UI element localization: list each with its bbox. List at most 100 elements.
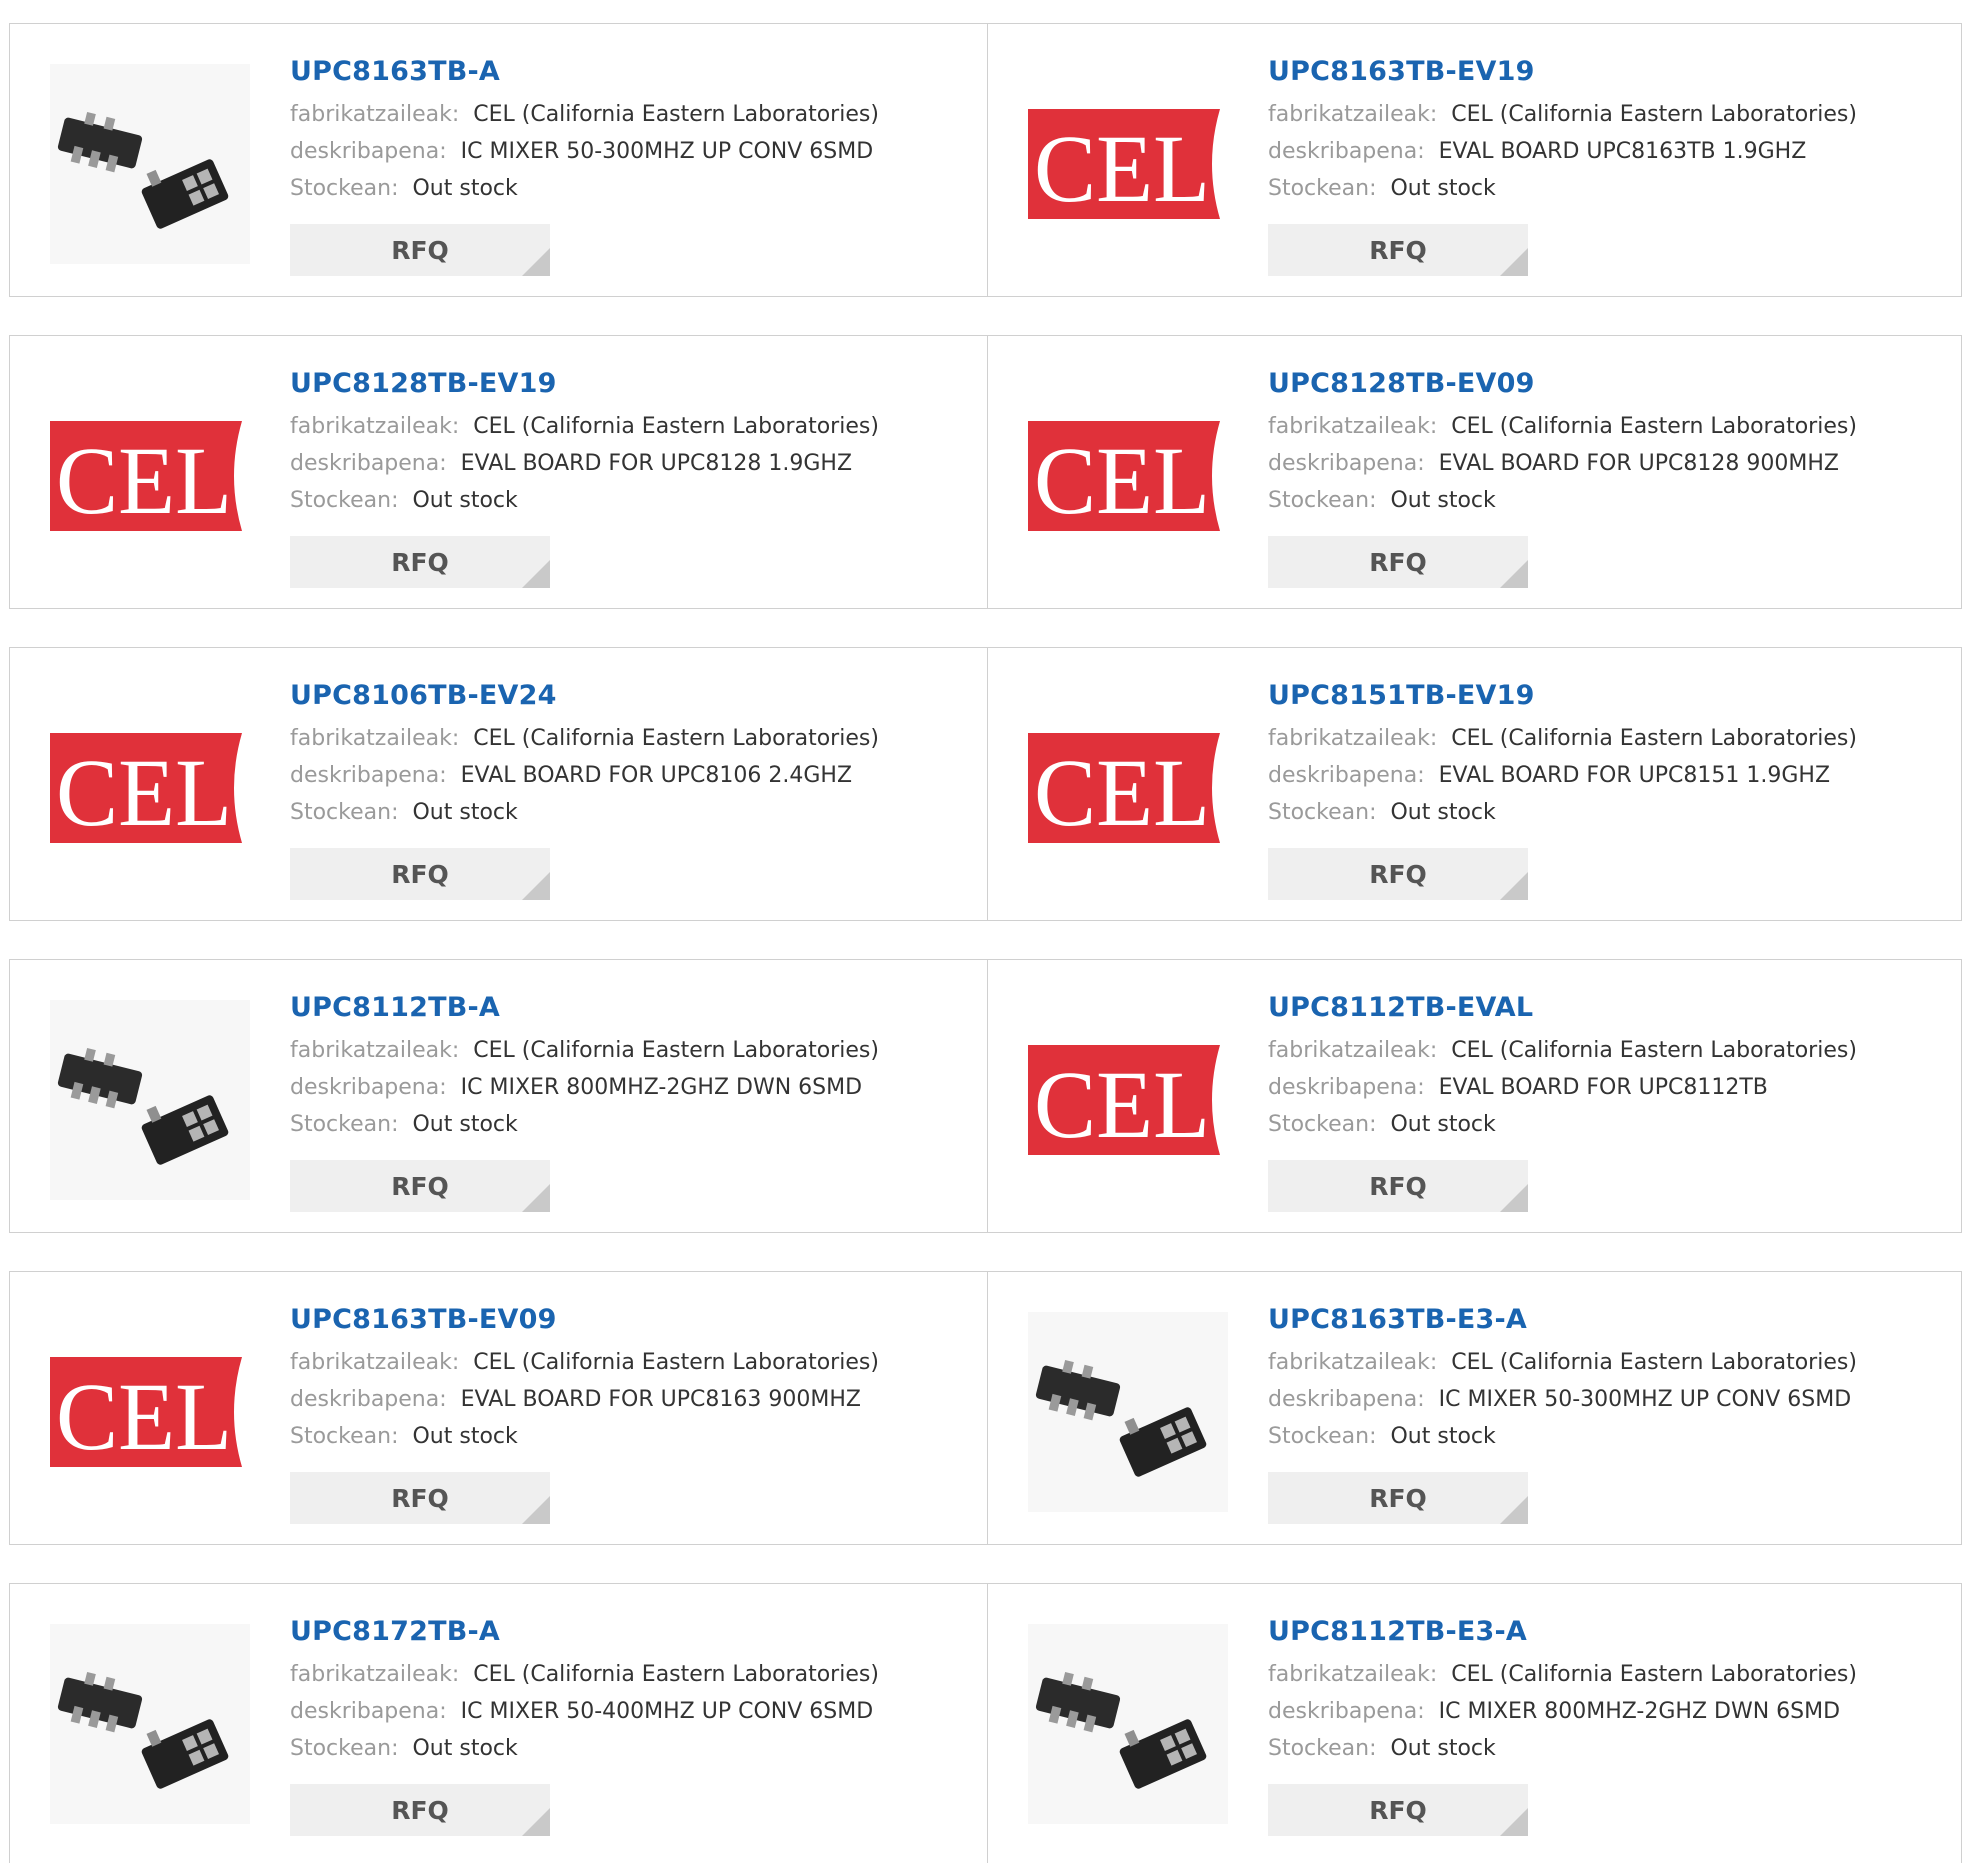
rfq-label: RFQ bbox=[391, 1171, 449, 1201]
rfq-button[interactable]: RFQ bbox=[290, 224, 550, 276]
product-row: UPC8112TB-A fabrikatzaileak: CEL (Califor… bbox=[9, 959, 1962, 1233]
manufacturer-value: CEL (California Eastern Laboratories) bbox=[473, 1662, 879, 1687]
product-image[interactable] bbox=[1028, 1312, 1228, 1512]
product-title-link[interactable]: UPC8163TB-A bbox=[290, 52, 950, 92]
stock-row: Stockean: Out stock bbox=[1268, 482, 1928, 519]
rfq-label: RFQ bbox=[1369, 1795, 1427, 1825]
rfq-button[interactable]: RFQ bbox=[1268, 848, 1528, 900]
manufacturer-row: fabrikatzaileak: CEL (California Eastern … bbox=[290, 1344, 950, 1381]
corner-triangle-icon bbox=[1500, 1496, 1528, 1524]
stock-label: Stockean: bbox=[290, 488, 399, 513]
stock-label: Stockean: bbox=[290, 1424, 399, 1449]
product-image[interactable]: CEL bbox=[1028, 688, 1228, 888]
description-row: deskribapena: EVAL BOARD FOR UPC8128 900M… bbox=[1268, 445, 1928, 482]
corner-triangle-icon bbox=[522, 1184, 550, 1212]
product-title-link[interactable]: UPC8112TB-A bbox=[290, 988, 950, 1028]
stock-label: Stockean: bbox=[1268, 800, 1377, 825]
manufacturer-label: fabrikatzaileak: bbox=[1268, 1662, 1438, 1687]
cel-logo: CEL bbox=[1028, 109, 1220, 219]
stock-value: Out stock bbox=[412, 800, 518, 825]
product-image[interactable] bbox=[50, 1624, 250, 1824]
description-value: IC MIXER 800MHZ-2GHZ DWN 6SMD bbox=[1438, 1699, 1841, 1724]
rfq-button[interactable]: RFQ bbox=[1268, 1784, 1528, 1836]
rfq-button[interactable]: RFQ bbox=[290, 848, 550, 900]
corner-triangle-icon bbox=[1500, 1808, 1528, 1836]
stock-value: Out stock bbox=[1390, 1736, 1496, 1761]
product-image[interactable] bbox=[50, 1000, 250, 1200]
product-card: CEL UPC8163TB-EV19 fabrikatzaileak: CEL (… bbox=[988, 24, 1962, 296]
product-title-link[interactable]: UPC8172TB-A bbox=[290, 1612, 950, 1652]
manufacturer-label: fabrikatzaileak: bbox=[290, 726, 460, 751]
product-card: CEL UPC8106TB-EV24 fabrikatzaileak: CEL (… bbox=[10, 648, 988, 920]
manufacturer-label: fabrikatzaileak: bbox=[290, 1662, 460, 1687]
description-label: deskribapena: bbox=[1268, 1699, 1425, 1724]
stock-label: Stockean: bbox=[1268, 1736, 1377, 1761]
rfq-button[interactable]: RFQ bbox=[290, 1472, 550, 1524]
rfq-button[interactable]: RFQ bbox=[1268, 1160, 1528, 1212]
rfq-button[interactable]: RFQ bbox=[290, 1160, 550, 1212]
rfq-label: RFQ bbox=[1369, 859, 1427, 889]
product-title-link[interactable]: UPC8112TB-E3-A bbox=[1268, 1612, 1928, 1652]
product-title-link[interactable]: UPC8163TB-EV19 bbox=[1268, 52, 1928, 92]
description-row: deskribapena: EVAL BOARD UPC8163TB 1.9GHZ bbox=[1268, 133, 1928, 170]
product-image[interactable] bbox=[50, 64, 250, 264]
product-title-link[interactable]: UPC8128TB-EV19 bbox=[290, 364, 950, 404]
description-value: EVAL BOARD UPC8163TB 1.9GHZ bbox=[1438, 139, 1807, 164]
product-title-link[interactable]: UPC8163TB-E3-A bbox=[1268, 1300, 1928, 1340]
stock-value: Out stock bbox=[1390, 1112, 1496, 1137]
svg-text:CEL: CEL bbox=[56, 739, 232, 843]
product-image[interactable]: CEL bbox=[50, 688, 250, 888]
manufacturer-label: fabrikatzaileak: bbox=[290, 1038, 460, 1063]
product-image[interactable]: CEL bbox=[1028, 376, 1228, 576]
description-value: IC MIXER 50-400MHZ UP CONV 6SMD bbox=[460, 1699, 874, 1724]
corner-triangle-icon bbox=[522, 872, 550, 900]
stock-label: Stockean: bbox=[290, 800, 399, 825]
product-row: CEL UPC8106TB-EV24 fabrikatzaileak: CEL (… bbox=[9, 647, 1962, 921]
rfq-button[interactable]: RFQ bbox=[290, 1784, 550, 1836]
description-value: EVAL BOARD FOR UPC8128 1.9GHZ bbox=[460, 451, 853, 476]
product-title-link[interactable]: UPC8128TB-EV09 bbox=[1268, 364, 1928, 404]
product-image[interactable]: CEL bbox=[50, 376, 250, 576]
product-card: CEL UPC8163TB-EV09 fabrikatzaileak: CEL (… bbox=[10, 1272, 988, 1544]
product-title-link[interactable]: UPC8163TB-EV09 bbox=[290, 1300, 950, 1340]
manufacturer-row: fabrikatzaileak: CEL (California Eastern … bbox=[290, 96, 950, 133]
manufacturer-label: fabrikatzaileak: bbox=[290, 1350, 460, 1375]
product-title-link[interactable]: UPC8106TB-EV24 bbox=[290, 676, 950, 716]
product-image[interactable]: CEL bbox=[1028, 64, 1228, 264]
product-image[interactable] bbox=[1028, 1624, 1228, 1824]
description-label: deskribapena: bbox=[1268, 763, 1425, 788]
manufacturer-row: fabrikatzaileak: CEL (California Eastern … bbox=[1268, 1344, 1928, 1381]
product-row: UPC8163TB-A fabrikatzaileak: CEL (Califor… bbox=[9, 23, 1962, 297]
product-image[interactable]: CEL bbox=[50, 1312, 250, 1512]
rfq-button[interactable]: RFQ bbox=[1268, 536, 1528, 588]
svg-text:CEL: CEL bbox=[1034, 739, 1210, 843]
product-info: UPC8128TB-EV19 fabrikatzaileak: CEL (Cali… bbox=[290, 364, 950, 519]
product-image[interactable]: CEL bbox=[1028, 1000, 1228, 1200]
stock-value: Out stock bbox=[1390, 488, 1496, 513]
rfq-label: RFQ bbox=[391, 1483, 449, 1513]
rfq-button[interactable]: RFQ bbox=[290, 536, 550, 588]
product-title-link[interactable]: UPC8112TB-EVAL bbox=[1268, 988, 1928, 1028]
description-row: deskribapena: EVAL BOARD FOR UPC8106 2.4G… bbox=[290, 757, 950, 794]
rfq-button[interactable]: RFQ bbox=[1268, 224, 1528, 276]
corner-triangle-icon bbox=[1500, 248, 1528, 276]
product-info: UPC8112TB-A fabrikatzaileak: CEL (Califor… bbox=[290, 988, 950, 1143]
manufacturer-row: fabrikatzaileak: CEL (California Eastern … bbox=[290, 1656, 950, 1693]
manufacturer-value: CEL (California Eastern Laboratories) bbox=[1451, 1662, 1857, 1687]
description-value: IC MIXER 50-300MHZ UP CONV 6SMD bbox=[1438, 1387, 1852, 1412]
chip-icon bbox=[1035, 1671, 1207, 1789]
description-label: deskribapena: bbox=[1268, 1075, 1425, 1100]
rfq-button[interactable]: RFQ bbox=[1268, 1472, 1528, 1524]
stock-value: Out stock bbox=[1390, 800, 1496, 825]
product-title-link[interactable]: UPC8151TB-EV19 bbox=[1268, 676, 1928, 716]
product-card: CEL UPC8151TB-EV19 fabrikatzaileak: CEL (… bbox=[988, 648, 1962, 920]
manufacturer-row: fabrikatzaileak: CEL (California Eastern … bbox=[1268, 1032, 1928, 1069]
svg-text:CEL: CEL bbox=[1034, 115, 1210, 219]
stock-row: Stockean: Out stock bbox=[1268, 1730, 1928, 1767]
description-label: deskribapena: bbox=[1268, 1387, 1425, 1412]
description-label: deskribapena: bbox=[290, 763, 447, 788]
chip-icon bbox=[57, 1671, 229, 1789]
stock-value: Out stock bbox=[412, 488, 518, 513]
rfq-label: RFQ bbox=[1369, 1171, 1427, 1201]
stock-value: Out stock bbox=[412, 176, 518, 201]
